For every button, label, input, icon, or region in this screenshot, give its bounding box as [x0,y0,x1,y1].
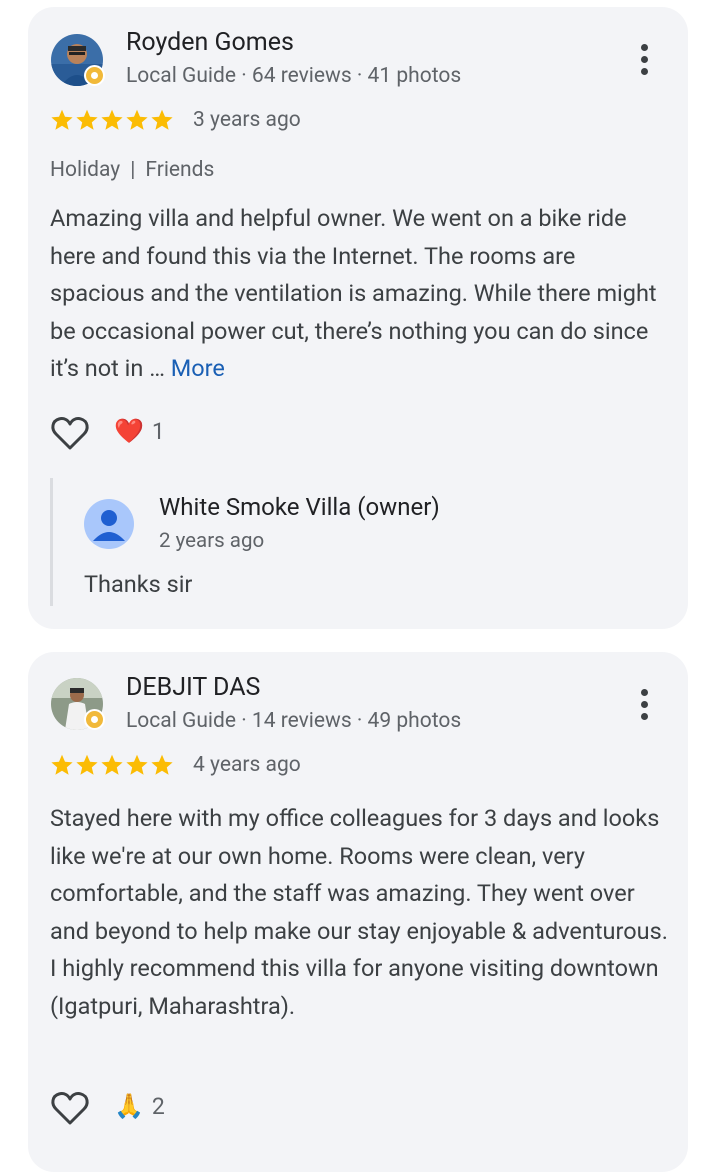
reaction-summary[interactable]: 🙏 2 [114,1092,165,1120]
review-text: Amazing villa and helpful owner. We went… [50,204,657,382]
star-icon [101,754,123,775]
review-text-container: Amazing villa and helpful owner. We went… [50,200,670,388]
more-link[interactable]: More [171,354,225,382]
review-tags: Holiday | Friends [50,158,214,182]
review-text-container: Stayed here with my office colleagues fo… [50,800,670,1025]
star-icon [151,109,173,130]
star-icon [51,754,73,775]
star-icon [101,109,123,130]
more-vert-icon[interactable] [638,689,650,725]
star-icon [76,754,98,775]
star-icon [151,754,173,775]
star-icon [76,109,98,130]
star-rating [50,108,174,136]
star-icon [126,109,148,130]
owner-name: White Smoke Villa (owner) [159,493,440,521]
reviewer-meta: Local Guide · 14 reviews · 49 photos [126,709,462,733]
owner-reply-time: 2 years ago [159,529,265,553]
star-rating [50,753,174,781]
owner-avatar [84,499,134,549]
review-text: Stayed here with my office colleagues fo… [50,804,668,1020]
heart-outline-icon[interactable] [50,1090,90,1126]
more-vert-icon[interactable] [638,44,650,80]
heart-reaction-icon: ❤️ [114,417,144,445]
tag-divider: | [130,158,136,182]
reviewer-name[interactable]: DEBJIT DAS [126,673,260,702]
reviewer-name[interactable]: Royden Gomes [126,28,294,57]
reaction-summary[interactable]: ❤️ 1 [114,417,165,445]
tag-holiday: Holiday [50,158,121,182]
review-time: 4 years ago [193,753,301,777]
local-guide-badge-icon [84,65,105,86]
reviewer-meta: Local Guide · 64 reviews · 41 photos [126,64,462,88]
owner-reply-text: Thanks sir [84,570,193,598]
reaction-count: 2 [151,1092,165,1120]
review-time: 3 years ago [193,108,301,132]
local-guide-badge-icon [84,709,105,730]
star-icon [126,754,148,775]
heart-outline-icon[interactable] [50,415,90,451]
owner-reply-divider [50,478,53,606]
reaction-count: 1 [151,417,165,445]
pray-reaction-icon: 🙏 [114,1092,144,1120]
star-icon [51,109,73,130]
review-card: DEBJIT DAS Local Guide · 14 reviews · 49… [28,652,688,1172]
tag-friends: Friends [145,158,215,182]
review-card: Royden Gomes Local Guide · 64 reviews · … [28,7,688,629]
